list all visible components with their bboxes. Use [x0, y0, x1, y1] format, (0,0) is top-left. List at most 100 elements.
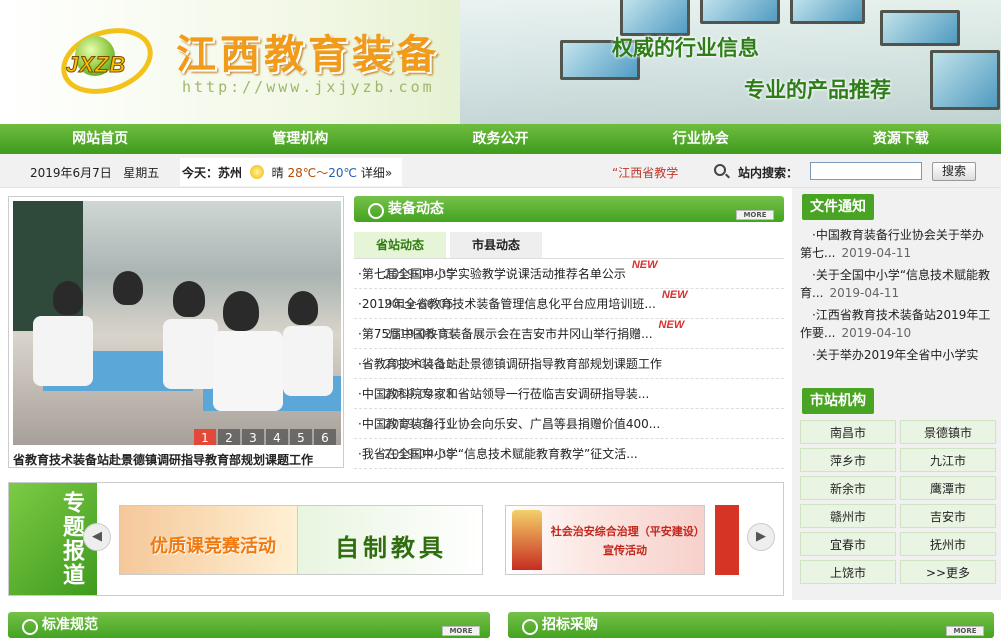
news-item[interactable]: ·我省在全国中小学“信息技术赋能教育教学”征文活... 2019-04-08 — [354, 439, 784, 469]
site-title: 江西教育装备 — [176, 32, 440, 78]
weather-detail-link[interactable]: 详细» — [361, 166, 392, 180]
news-section-header: 装备动态 MORE — [354, 196, 784, 222]
weather-location: 今天：苏州 — [182, 166, 243, 180]
notice-title[interactable]: 关于举办2019年全省中小学实 — [816, 348, 979, 362]
right-sidebar: 文件通知 ·中国教育装备行业协会关于举办第七... 2019-04-11 ·关于全… — [792, 188, 1001, 600]
search-icon — [714, 164, 726, 176]
city-link-shangrao[interactable]: 上饶市 — [800, 560, 896, 584]
prev-arrow-icon[interactable]: ◀ — [83, 523, 111, 551]
nav-industry-association[interactable]: 行业协会 — [601, 124, 801, 154]
procurement-section: 招标采购 MORE — [508, 612, 994, 638]
student-shirt — [163, 319, 218, 389]
nav-home[interactable]: 网站首页 — [0, 124, 200, 154]
notice-date: 2019-04-11 — [841, 246, 912, 260]
search-input[interactable] — [810, 162, 922, 180]
header-photo-classroom — [460, 0, 1001, 124]
news-list: ·第七届全国中小学实验教学说课活动推荐名单公示NEW 2019-06-05 ·20… — [354, 259, 784, 469]
city-link-nanchang[interactable]: 南昌市 — [800, 420, 896, 444]
city-link-ganzhou[interactable]: 赣州市 — [800, 504, 896, 528]
temp-low: 20℃ — [328, 166, 358, 180]
news-item[interactable]: ·中国教育装备行业协会向乐安、广昌等县捐赠价值400... 2019-04-11 — [354, 409, 784, 439]
city-link-jiujiang[interactable]: 九江市 — [900, 448, 996, 472]
news-item[interactable]: ·2019年全省教育技术装备管理信息化平台应用培训班...NEW 2019-06-… — [354, 289, 784, 319]
news-tabs: 省站动态 市县动态 — [354, 232, 784, 259]
slide-image[interactable]: 1 2 3 4 5 6 — [13, 201, 341, 445]
special-topics-panel: 专题报道 ◀ 优质课竞赛活动 自制教具 社会治安综合治理（平安建设）宣传活动 ▶ — [8, 482, 784, 596]
slide-page-2[interactable]: 2 — [218, 429, 240, 445]
city-more-link[interactable]: >>更多 — [900, 560, 996, 584]
standards-header: 标准规范 MORE — [8, 612, 490, 638]
logo-text: JXZB — [65, 52, 127, 78]
tab-provincial-news[interactable]: 省站动态 — [354, 232, 446, 258]
next-arrow-icon[interactable]: ▶ — [747, 523, 775, 551]
next-banner-edge[interactable] — [715, 505, 739, 575]
main-nav: 网站首页 管理机构 政务公开 行业协会 资源下载 — [0, 124, 1001, 154]
news-date: 2019-04-08 — [384, 447, 454, 461]
notice-item[interactable]: ·江西省教育技术装备站2019年工作要... 2019-04-10 — [800, 306, 993, 342]
city-link-yingtan[interactable]: 鹰潭市 — [900, 476, 996, 500]
notice-date: 2019-04-11 — [829, 286, 900, 300]
news-panel: 装备动态 MORE 省站动态 市县动态 ·第七届全国中小学实验教学说课活动推荐名… — [354, 196, 784, 478]
nav-downloads[interactable]: 资源下载 — [801, 124, 1001, 154]
banner-text: 社会治安综合治理（平安建设）宣传活动 — [550, 525, 700, 557]
news-item[interactable]: ·中国教科院专家和省站领导一行莅临吉安调研指导装... 2019-04-18 — [354, 379, 784, 409]
student-shirt — [213, 331, 283, 411]
nav-government-affairs[interactable]: 政务公开 — [400, 124, 600, 154]
slide-page-5[interactable]: 5 — [290, 429, 312, 445]
notice-item[interactable]: ·关于举办2019年全省中小学实 — [800, 346, 993, 364]
monitor-image — [620, 0, 690, 36]
news-date: 2019-04-18 — [384, 357, 454, 371]
photo-slideshow[interactable]: 1 2 3 4 5 6 省教育技术装备站赴景德镇调研指导教育部规划课题工作 — [8, 196, 344, 468]
city-link-jian[interactable]: 吉安市 — [900, 504, 996, 528]
slide-caption[interactable]: 省教育技术装备站赴景德镇调研指导教育部规划课题工作 — [13, 451, 339, 468]
procurement-title: 招标采购 — [542, 617, 598, 633]
standards-more-button[interactable]: MORE — [442, 626, 480, 636]
scrolling-marquee[interactable]: “江西省教学 — [612, 164, 678, 181]
notice-item[interactable]: ·中国教育装备行业协会关于举办第七... 2019-04-11 — [800, 226, 993, 262]
news-date: 2019-04-11 — [384, 417, 454, 431]
search-button[interactable]: 搜索 — [932, 162, 976, 181]
weather-widget: 今天：苏州 晴 28℃～20℃ 详细» — [180, 158, 402, 186]
sun-icon — [249, 165, 264, 179]
notices-title: 文件通知 — [802, 194, 874, 220]
news-date: 2019-06-05 — [384, 267, 454, 281]
notice-list: ·中国教育装备行业协会关于举办第七... 2019-04-11 ·关于全国中小学“… — [800, 226, 993, 376]
slide-page-6[interactable]: 6 — [314, 429, 336, 445]
tab-city-county-news[interactable]: 市县动态 — [450, 232, 542, 258]
monitor-image — [790, 0, 865, 24]
news-date: 2019-04-18 — [384, 387, 454, 401]
news-date: 2019-06-03 — [384, 327, 454, 341]
news-item[interactable]: ·第七届全国中小学实验教学说课活动推荐名单公示NEW 2019-06-05 — [354, 259, 784, 289]
notice-item[interactable]: ·关于全国中小学“信息技术赋能教育... 2019-04-11 — [800, 266, 993, 302]
banner-homemade-teaching-aids[interactable]: 自制教具 — [297, 505, 483, 575]
procurement-more-button[interactable]: MORE — [946, 626, 984, 636]
weather-state: 晴 — [271, 166, 284, 180]
city-link-pingxiang[interactable]: 萍乡市 — [800, 448, 896, 472]
slogan-1: 权威的行业信息 — [612, 36, 759, 60]
nav-management[interactable]: 管理机构 — [200, 124, 400, 154]
city-link-jingdezhen[interactable]: 景德镇市 — [900, 420, 996, 444]
info-bar: 2019年6月7日 星期五 今天：苏州 晴 28℃～20℃ 详细» “江西省教学… — [0, 154, 1001, 188]
news-more-button[interactable]: MORE — [736, 210, 774, 220]
slide-page-3[interactable]: 3 — [242, 429, 264, 445]
banner-quality-lesson[interactable]: 优质课竞赛活动 — [119, 505, 305, 575]
slide-page-4[interactable]: 4 — [266, 429, 288, 445]
monitor-image — [880, 10, 960, 46]
procurement-header: 招标采购 MORE — [508, 612, 994, 638]
city-link-xinyu[interactable]: 新余市 — [800, 476, 896, 500]
monument-image — [512, 510, 542, 570]
banner-text: 自制教具 — [335, 534, 447, 562]
monitor-image — [700, 0, 780, 24]
temp-high: 28℃～ — [287, 166, 329, 180]
news-item[interactable]: ·省教育技术装备站赴景德镇调研指导教育部规划课题工作 2019-04-18 — [354, 349, 784, 379]
city-link-fuzhou[interactable]: 抚州市 — [900, 532, 996, 556]
notice-date: 2019-04-10 — [841, 326, 912, 340]
banner-text: 优质课竞赛活动 — [150, 536, 276, 557]
city-station-grid: 南昌市 景德镇市 萍乡市 九江市 新余市 鹰潭市 赣州市 吉安市 宜春市 抚州市… — [800, 420, 996, 584]
student-shirt — [283, 326, 333, 396]
news-item[interactable]: ·第75届中国教育装备展示会在吉安市井冈山举行捐赠...NEW 2019-06-0… — [354, 319, 784, 349]
slide-page-1[interactable]: 1 — [194, 429, 216, 445]
city-link-yichun[interactable]: 宜春市 — [800, 532, 896, 556]
student-head — [113, 271, 143, 305]
banner-public-security[interactable]: 社会治安综合治理（平安建设）宣传活动 — [505, 505, 705, 575]
